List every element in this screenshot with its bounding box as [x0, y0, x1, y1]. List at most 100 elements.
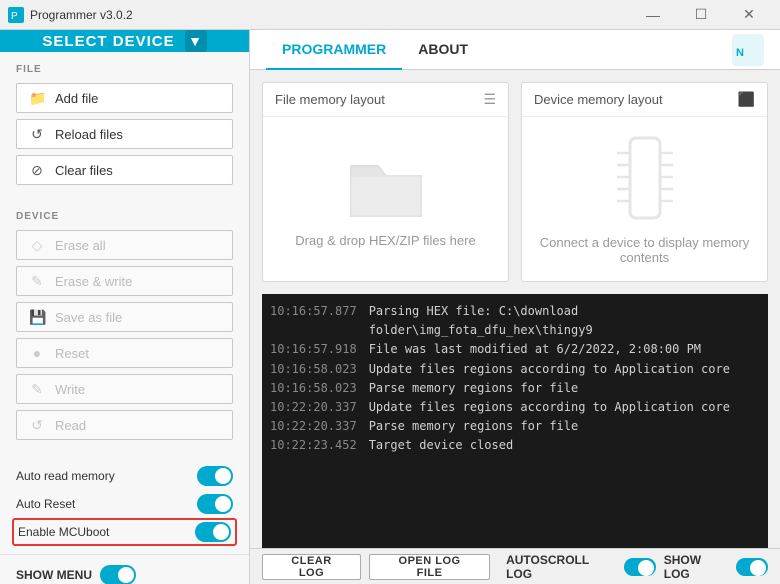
auto-reset-row: Auto Reset	[16, 490, 233, 518]
file-panel-header: File memory layout ☰	[263, 83, 508, 117]
log-message: Target device closed	[369, 436, 514, 455]
autoscroll-log-group: AUTOSCROLL LOG	[506, 553, 656, 581]
close-button[interactable]: ✕	[726, 0, 772, 30]
clear-icon: ⊘	[29, 162, 45, 179]
app-icon: P	[8, 7, 24, 23]
device-panel-icon: ⬛	[738, 91, 755, 108]
toggles-section: Auto read memory Auto Reset Enable MCUbo…	[0, 454, 249, 554]
log-message: Parse memory regions for file	[369, 417, 579, 436]
title-bar-controls: — ☐ ✕	[630, 0, 772, 30]
erase-write-icon: ✎	[29, 273, 45, 290]
auto-read-memory-row: Auto read memory	[16, 462, 233, 490]
select-device-arrow-icon: ▼	[185, 30, 207, 52]
file-section: FILE 📁 Add file ↺ Reload files ⊘ Clear f…	[0, 52, 249, 199]
log-area[interactable]: 10:16:57.877 Parsing HEX file: C:\downloa…	[262, 294, 768, 548]
read-label: Read	[55, 418, 86, 433]
enable-mcuboot-label: Enable MCUboot	[18, 525, 109, 539]
auto-reset-label: Auto Reset	[16, 497, 75, 511]
tab-about[interactable]: ABOUT	[402, 30, 484, 70]
maximize-button[interactable]: ☐	[678, 0, 724, 30]
reload-files-button[interactable]: ↺ Reload files	[16, 119, 233, 149]
write-icon: ✎	[29, 381, 45, 398]
log-line: 10:16:58.023Update files regions accordi…	[270, 360, 760, 379]
title-bar: P Programmer v3.0.2 — ☐ ✕	[0, 0, 780, 30]
tab-bar: PROGRAMMER ABOUT N	[250, 30, 780, 70]
log-line: 10:16:57.877 Parsing HEX file: C:\downloa…	[270, 302, 760, 340]
device-memory-panel: Device memory layout ⬛	[521, 82, 768, 282]
device-panel-header: Device memory layout ⬛	[522, 83, 767, 117]
read-button[interactable]: ↺ Read	[16, 410, 233, 440]
select-device-label: SELECT DEVICE	[42, 33, 174, 50]
erase-all-icon: ◇	[29, 237, 45, 254]
device-section: DEVICE ◇ Erase all ✎ Erase & write 💾 Sav…	[0, 199, 249, 454]
autoscroll-log-label: AUTOSCROLL LOG	[506, 553, 618, 581]
device-panel-body: Connect a device to display memory conte…	[522, 117, 767, 281]
device-section-label: DEVICE	[16, 211, 233, 222]
log-message: Parsing HEX file: C:\download folder\img…	[369, 302, 760, 340]
bottom-bar: CLEAR LOG OPEN LOG FILE AUTOSCROLL LOG S…	[250, 548, 780, 584]
auto-reset-toggle[interactable]	[197, 494, 233, 514]
enable-mcuboot-row: Enable MCUboot	[12, 518, 237, 546]
erase-all-button[interactable]: ◇ Erase all	[16, 230, 233, 260]
add-file-button[interactable]: 📁 Add file	[16, 83, 233, 113]
content-area: PROGRAMMER ABOUT N File memory layout ☰	[250, 30, 780, 584]
add-file-icon: 📁	[29, 90, 45, 107]
log-time: 10:16:57.877	[270, 302, 357, 340]
show-log-label: SHOW LOG	[664, 553, 730, 581]
log-message: File was last modified at 6/2/2022, 2:08…	[369, 340, 701, 359]
save-as-file-label: Save as file	[55, 310, 122, 325]
auto-read-memory-toggle[interactable]	[197, 466, 233, 486]
write-label: Write	[55, 382, 85, 397]
show-log-toggle[interactable]	[736, 558, 768, 576]
folder-icon	[346, 151, 426, 221]
select-device-button[interactable]: SELECT DEVICE ▼	[0, 30, 249, 52]
erase-write-button[interactable]: ✎ Erase & write	[16, 266, 233, 296]
svg-text:N: N	[736, 47, 744, 59]
auto-read-memory-label: Auto read memory	[16, 469, 115, 483]
tab-programmer[interactable]: PROGRAMMER	[266, 30, 402, 70]
autoscroll-log-toggle[interactable]	[624, 558, 656, 576]
app-body: SELECT DEVICE ▼ FILE 📁 Add file ↺ Reload…	[0, 30, 780, 584]
log-line: 10:22:23.452 Target device closed	[270, 436, 760, 455]
show-menu-toggle[interactable]	[100, 565, 136, 584]
log-line: 10:22:20.337Parse memory regions for fil…	[270, 417, 760, 436]
log-time: 10:16:58.023	[270, 379, 357, 398]
log-message: Parse memory regions for file	[369, 379, 579, 398]
reset-icon: ●	[29, 345, 45, 361]
reset-button[interactable]: ● Reset	[16, 338, 233, 368]
file-panel-title: File memory layout	[275, 92, 385, 107]
save-as-file-button[interactable]: 💾 Save as file	[16, 302, 233, 332]
log-time: 10:22:23.452	[270, 436, 357, 455]
file-panel-hint: Drag & drop HEX/ZIP files here	[295, 233, 475, 248]
add-file-label: Add file	[55, 91, 98, 106]
title-bar-text: Programmer v3.0.2	[30, 8, 630, 22]
file-section-label: FILE	[16, 64, 233, 75]
enable-mcuboot-toggle[interactable]	[195, 522, 231, 542]
read-icon: ↺	[29, 417, 45, 434]
clear-files-label: Clear files	[55, 163, 113, 178]
log-line: 10:16:57.918 File was last modified at 6/…	[270, 340, 760, 359]
log-line: 10:16:58.023 Parse memory regions for fil…	[270, 379, 760, 398]
nordic-logo: N	[732, 34, 764, 66]
reset-label: Reset	[55, 346, 89, 361]
show-menu-label: SHOW MENU	[16, 568, 92, 582]
file-panel-icon: ☰	[483, 91, 496, 108]
file-panel-body[interactable]: Drag & drop HEX/ZIP files here	[263, 117, 508, 281]
log-time: 10:16:57.918	[270, 340, 357, 359]
erase-all-label: Erase all	[55, 238, 106, 253]
write-button[interactable]: ✎ Write	[16, 374, 233, 404]
clear-log-button[interactable]: CLEAR LOG	[262, 554, 361, 580]
show-log-group: SHOW LOG	[664, 553, 768, 581]
svg-text:P: P	[11, 11, 18, 22]
log-message: Update files regions according to Applic…	[369, 360, 730, 379]
log-message: Update files regions according to Applic…	[369, 398, 730, 417]
file-memory-panel: File memory layout ☰ Drag & drop HEX/ZIP…	[262, 82, 509, 282]
open-log-file-button[interactable]: OPEN LOG FILE	[369, 554, 490, 580]
clear-files-button[interactable]: ⊘ Clear files	[16, 155, 233, 185]
minimize-button[interactable]: —	[630, 0, 676, 30]
reload-icon: ↺	[29, 126, 45, 143]
erase-write-label: Erase & write	[55, 274, 132, 289]
memory-panels: File memory layout ☰ Drag & drop HEX/ZIP…	[250, 70, 780, 294]
save-icon: 💾	[29, 309, 45, 326]
reload-files-label: Reload files	[55, 127, 123, 142]
